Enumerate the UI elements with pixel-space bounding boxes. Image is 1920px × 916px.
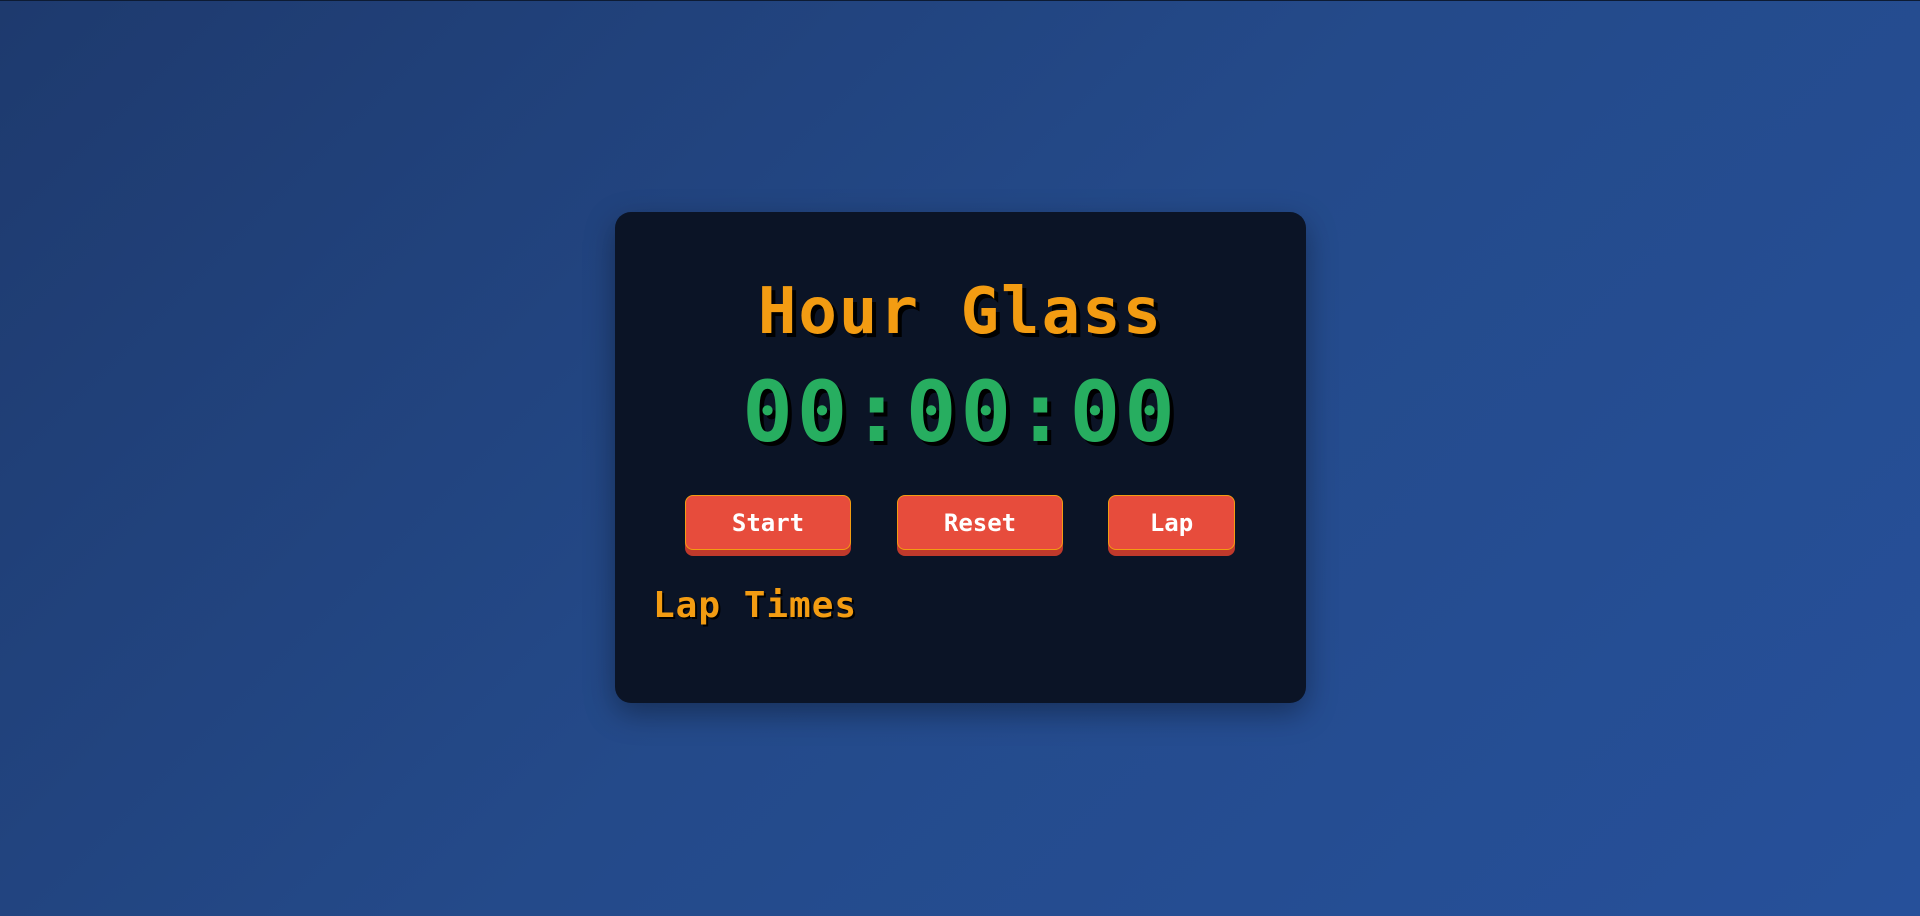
lap-times-list — [653, 637, 1268, 687]
timer-controls: Start Reset Lap — [615, 495, 1306, 557]
app-title: Hour Glass — [757, 275, 1164, 349]
lap-button[interactable]: Lap — [1108, 495, 1235, 550]
top-border-line — [0, 0, 1920, 1]
reset-button[interactable]: Reset — [897, 495, 1063, 550]
lap-times-heading: Lap Times — [653, 585, 858, 626]
start-button[interactable]: Start — [685, 495, 851, 550]
stopwatch-card: Hour Glass 00:00:00 Start Reset Lap Lap … — [615, 212, 1306, 703]
timer-display: 00:00:00 — [742, 363, 1179, 461]
